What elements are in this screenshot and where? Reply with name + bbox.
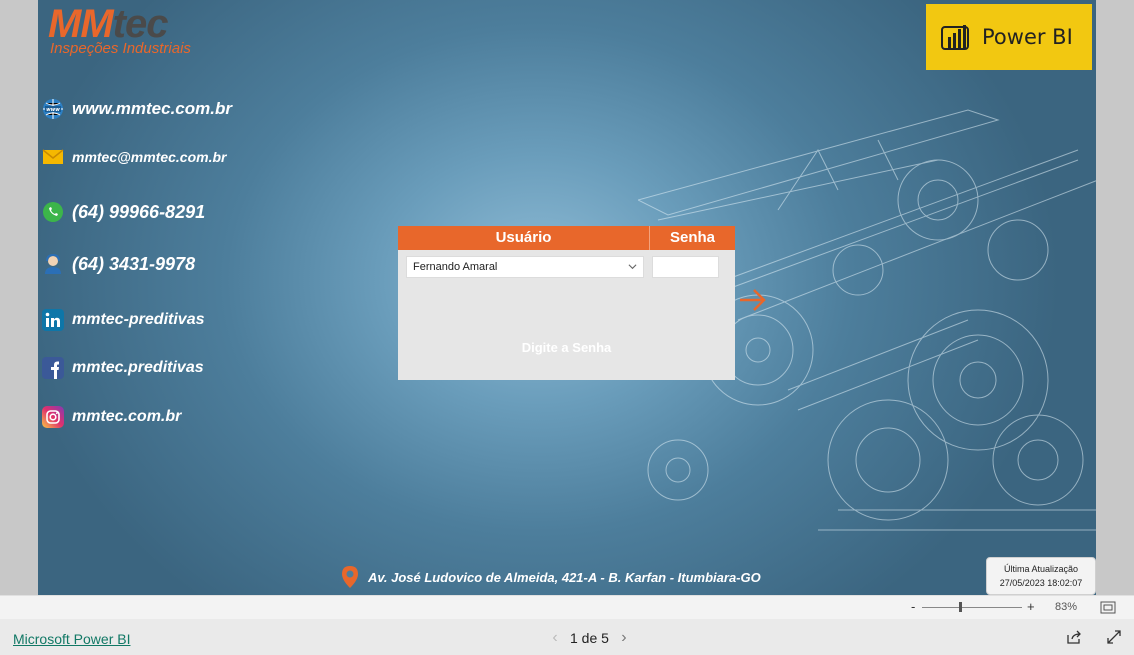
user-column-header: Usuário xyxy=(398,226,650,250)
share-icon[interactable] xyxy=(1066,629,1082,645)
contact-phone-text: (64) 3431-9978 xyxy=(72,253,196,274)
powerbi-logo-icon xyxy=(941,25,969,50)
address-text: Av. José Ludovico de Almeida, 421-A - B.… xyxy=(368,569,761,585)
report-canvas: MMtec Inspeções Industriais www www.mmte… xyxy=(38,0,1096,595)
contact-linkedin[interactable]: mmtec-preditivas xyxy=(42,309,205,331)
linkedin-icon xyxy=(42,309,64,331)
envelope-icon xyxy=(42,149,64,164)
next-page-button[interactable]: › xyxy=(609,629,639,647)
mmtec-logo: MMtec Inspeções Industriais xyxy=(48,2,191,57)
contact-linkedin-text: mmtec-preditivas xyxy=(72,311,205,328)
powerbi-footer: Microsoft Power BI ‹ 1 de 5 › xyxy=(0,619,1134,655)
contact-email-text: mmtec@mmtec.com.br xyxy=(72,149,227,165)
chevron-down-icon xyxy=(628,264,637,270)
fit-to-page-icon[interactable] xyxy=(1100,601,1116,614)
zoom-slider-track[interactable] xyxy=(922,607,1022,608)
zoom-out-button[interactable]: - xyxy=(911,599,915,614)
address: Av. José Ludovico de Almeida, 421-A - B.… xyxy=(340,565,761,589)
password-hint: Digite a Senha xyxy=(521,340,612,355)
login-panel: Usuário Senha Fernando Amaral Digite a S… xyxy=(398,226,735,380)
page-navigator: ‹ 1 de 5 › xyxy=(540,629,639,647)
contact-instagram[interactable]: mmtec.com.br xyxy=(42,406,181,428)
password-column-header: Senha xyxy=(669,229,715,246)
zoom-slider-thumb[interactable] xyxy=(958,602,962,612)
user-select[interactable]: Fernando Amaral xyxy=(406,256,644,278)
fullscreen-icon[interactable] xyxy=(1106,629,1122,645)
facebook-icon xyxy=(42,357,64,379)
contact-website-text: www.mmtec.com.br xyxy=(72,99,232,118)
location-pin-icon xyxy=(342,566,358,588)
password-input[interactable] xyxy=(652,256,719,278)
contact-whatsapp[interactable]: (64) 99966-8291 xyxy=(42,201,205,223)
logo-tagline: Inspeções Industriais xyxy=(50,40,191,57)
powerbi-badge: Power BI xyxy=(926,4,1092,70)
contact-whatsapp-text: (64) 99966-8291 xyxy=(72,201,206,222)
last-update-value: 27/05/2023 18:02:07 xyxy=(999,578,1083,588)
contact-facebook[interactable]: mmtec.preditivas xyxy=(42,357,204,379)
microsoft-powerbi-link[interactable]: Microsoft Power BI xyxy=(13,631,130,647)
globe-icon: www xyxy=(43,99,63,119)
previous-page-button[interactable]: ‹ xyxy=(540,629,570,647)
whatsapp-icon xyxy=(43,202,63,222)
instagram-icon xyxy=(42,406,64,428)
report-viewport: MMtec Inspeções Industriais www www.mmte… xyxy=(0,0,1134,595)
contact-facebook-text: mmtec.preditivas xyxy=(72,359,204,376)
last-update-label: Última Atualização xyxy=(1003,564,1079,574)
zoom-percent: 83% xyxy=(1055,601,1078,613)
zoom-in-button[interactable]: + xyxy=(1027,599,1035,614)
submit-arrow-icon[interactable] xyxy=(738,286,768,314)
page-indicator: 1 de 5 xyxy=(570,630,609,646)
contact-email[interactable]: mmtec@mmtec.com.br xyxy=(42,146,226,168)
last-update-card: Última Atualização 27/05/2023 18:02:07 xyxy=(986,557,1096,595)
svg-text:www: www xyxy=(46,107,60,113)
login-header: Usuário Senha xyxy=(398,226,735,250)
zoom-bar: - + 83% xyxy=(0,595,1134,619)
powerbi-badge-label: Power BI xyxy=(982,25,1073,49)
contact-instagram-text: mmtec.com.br xyxy=(72,408,182,425)
phone-agent-icon xyxy=(45,253,61,274)
contact-phone[interactable]: (64) 3431-9978 xyxy=(42,253,195,275)
contact-website[interactable]: www www.mmtec.com.br xyxy=(42,98,232,120)
user-select-value: Fernando Amaral xyxy=(413,261,498,273)
